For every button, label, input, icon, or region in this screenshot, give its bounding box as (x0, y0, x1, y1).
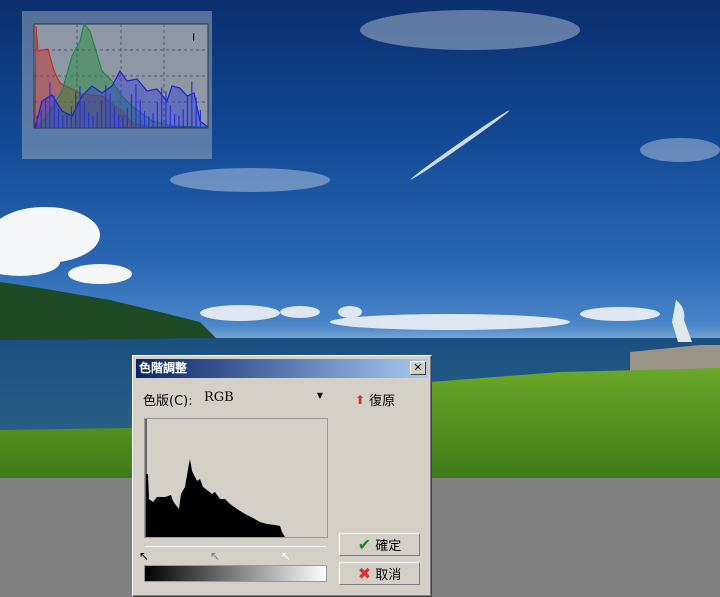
luminance-histogram (145, 419, 285, 537)
histogram-panel (144, 418, 328, 538)
histogram-overlay: I (22, 11, 212, 159)
cancel-button[interactable]: ✖ 取消 (339, 562, 420, 585)
ok-button[interactable]: ✔ 確定 (339, 533, 420, 556)
level-slider-track[interactable] (145, 546, 326, 547)
dialog-title: 色階調整 (139, 361, 188, 375)
reset-button[interactable]: ⬆ 復原 (355, 390, 396, 410)
cancel-label: 取消 (375, 568, 402, 583)
x-cross-icon: ✖ (357, 564, 372, 583)
text-cursor-icon: I (192, 31, 195, 44)
close-button[interactable]: ✕ (410, 361, 426, 375)
white-point-handle[interactable]: ↖ (281, 549, 291, 563)
channel-value: RGB (204, 390, 234, 405)
levels-dialog: 色階調整 ✕ 色版(C): RGB ▼ ⬆ 復原 ↖ ↖ ↖ ✔ 確定 ✖ 取消 (132, 355, 432, 597)
up-arrow-icon: ⬆ (355, 392, 366, 407)
black-point-handle[interactable]: ↖ (139, 549, 149, 563)
dropdown-arrow-icon: ▼ (316, 391, 323, 400)
checkmark-icon: ✔ (357, 535, 372, 554)
reset-label: 復原 (369, 394, 396, 409)
dialog-titlebar[interactable]: 色階調整 ✕ (136, 359, 428, 378)
rgb-histogram-chart: I (33, 22, 209, 129)
gradient-bar (144, 565, 327, 582)
channel-select[interactable]: RGB ▼ (201, 389, 327, 407)
midtone-handle[interactable]: ↖ (210, 549, 220, 563)
channel-label: 色版(C): (143, 394, 193, 409)
ok-label: 確定 (375, 539, 402, 554)
